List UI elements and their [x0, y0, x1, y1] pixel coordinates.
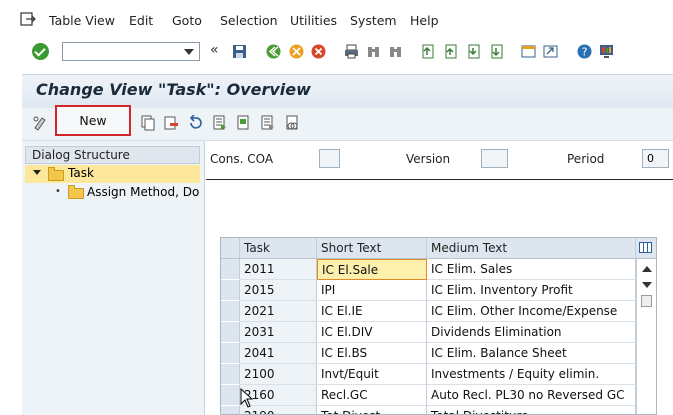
cancel-icon[interactable]	[311, 44, 326, 59]
task-cell: 2031	[240, 322, 317, 343]
medium-text-cell[interactable]: IC Elim. Balance Sheet	[427, 343, 636, 364]
customize-layout-icon[interactable]	[599, 44, 614, 59]
menu-selection[interactable]: Selection	[220, 13, 278, 28]
row-selector[interactable]	[221, 280, 240, 301]
menu-table-view[interactable]: Table View	[49, 13, 115, 28]
new-entries-button[interactable]: New Entries	[55, 105, 131, 155]
row-selector[interactable]	[221, 406, 240, 414]
select-all-header[interactable]	[221, 238, 240, 259]
medium-text-cell[interactable]: Auto Recl. PL30 no Reversed GC	[427, 385, 636, 406]
back-icon[interactable]	[266, 44, 281, 59]
row-selector[interactable]	[221, 301, 240, 322]
mouse-cursor-icon	[240, 388, 254, 408]
short-text-cell[interactable]: IC El.IE	[317, 301, 427, 322]
column-header-task[interactable]: Task	[240, 238, 317, 259]
menu-help[interactable]: Help	[410, 13, 439, 28]
short-text-cell[interactable]: Tot.Divest	[317, 406, 427, 414]
select-all-icon[interactable]	[213, 115, 227, 131]
short-text-cell[interactable]: IC El.BS	[317, 343, 427, 364]
medium-text-cell[interactable]: Investments / Equity elimin.	[427, 364, 636, 385]
task-cell: 2041	[240, 343, 317, 364]
menu-exit-icon[interactable]	[20, 12, 36, 26]
cons-coa-label: Cons. COA	[210, 152, 274, 166]
cons-coa-field[interactable]	[319, 149, 340, 168]
print-icon[interactable]	[344, 44, 359, 59]
select-block-icon[interactable]	[237, 115, 251, 131]
version-field[interactable]	[481, 149, 508, 168]
medium-text-cell[interactable]: Dividends Elimination	[427, 322, 636, 343]
copy-as-icon[interactable]	[141, 115, 155, 131]
column-header-short-text[interactable]: Short Text	[317, 238, 427, 259]
create-session-icon[interactable]	[521, 44, 536, 59]
medium-text-cell[interactable]: IC Elim. Sales	[427, 259, 636, 280]
enter-check-icon[interactable]	[32, 43, 49, 60]
task-table: Task Short Text Medium Text 2011 IC El.Sa…	[220, 237, 657, 415]
page-title: Change View "Task": Overview	[36, 80, 311, 99]
short-text-cell[interactable]: Invt/Equit	[317, 364, 427, 385]
undo-change-icon[interactable]	[188, 115, 202, 131]
medium-text-cell[interactable]: IC Elim. Other Income/Expense	[427, 301, 636, 322]
create-shortcut-icon[interactable]	[543, 44, 558, 59]
menu-goto[interactable]: Goto	[172, 13, 202, 28]
find-icon[interactable]	[366, 44, 381, 59]
row-selector[interactable]	[221, 322, 240, 343]
delete-icon[interactable]	[164, 115, 178, 131]
header-divider	[206, 179, 673, 180]
task-cell: 2021	[240, 301, 317, 322]
tree-expand-icon[interactable]	[33, 170, 41, 175]
menu-system[interactable]: System	[350, 13, 397, 28]
print-field-list-icon[interactable]	[286, 115, 300, 131]
scroll-down-icon[interactable]	[642, 282, 652, 288]
help-icon[interactable]: ?	[577, 44, 592, 59]
folder-icon	[68, 185, 84, 199]
exit-icon[interactable]	[289, 44, 304, 59]
task-cell: 2100	[240, 364, 317, 385]
task-cell: 2015	[240, 280, 317, 301]
scroll-up-icon[interactable]	[642, 266, 652, 272]
period-field[interactable]: 0	[642, 149, 669, 168]
folder-open-icon	[48, 167, 64, 181]
display-change-icon[interactable]	[33, 115, 47, 131]
first-page-icon[interactable]	[420, 44, 435, 59]
column-settings-icon[interactable]	[636, 238, 656, 259]
short-text-cell[interactable]: IPI	[317, 280, 427, 301]
tree-bullet-icon: •	[55, 186, 61, 197]
column-header-medium-text[interactable]: Medium Text	[427, 238, 636, 259]
short-text-cell[interactable]: IC El.DIV	[317, 322, 427, 343]
period-label: Period	[567, 152, 605, 166]
medium-text-cell[interactable]: IC Elim. Inventory Profit	[427, 280, 636, 301]
next-page-icon[interactable]	[466, 44, 481, 59]
task-cell: 2011	[240, 259, 317, 280]
dialog-structure-header: Dialog Structure	[25, 146, 200, 164]
short-text-cell[interactable]: Recl.GC	[317, 385, 427, 406]
command-field[interactable]	[62, 42, 200, 61]
vertical-scrollbar[interactable]	[636, 259, 656, 414]
menu-utilities[interactable]: Utilities	[290, 13, 337, 28]
menu-edit[interactable]: Edit	[129, 13, 153, 28]
tree-item-label[interactable]: Task	[68, 166, 94, 180]
row-selector[interactable]	[221, 259, 240, 280]
row-selector[interactable]	[221, 343, 240, 364]
last-page-icon[interactable]	[489, 44, 504, 59]
collapse-toolbar-icon[interactable]: «	[210, 42, 219, 58]
version-label: Version	[406, 152, 451, 166]
previous-page-icon[interactable]	[443, 44, 458, 59]
row-selector[interactable]	[221, 385, 240, 406]
row-selector[interactable]	[221, 364, 240, 385]
chevron-down-icon[interactable]	[184, 49, 194, 55]
save-icon[interactable]	[232, 44, 247, 59]
deselect-all-icon[interactable]	[261, 115, 275, 131]
short-text-cell[interactable]: IC El.Sale	[317, 259, 427, 280]
scroll-thumb[interactable]	[641, 295, 652, 307]
medium-text-cell[interactable]: Total Divestiture	[427, 406, 636, 414]
find-next-icon[interactable]	[388, 44, 403, 59]
svg-text:?: ?	[582, 46, 588, 59]
tree-item-label[interactable]: Assign Method, Docu	[87, 185, 200, 199]
